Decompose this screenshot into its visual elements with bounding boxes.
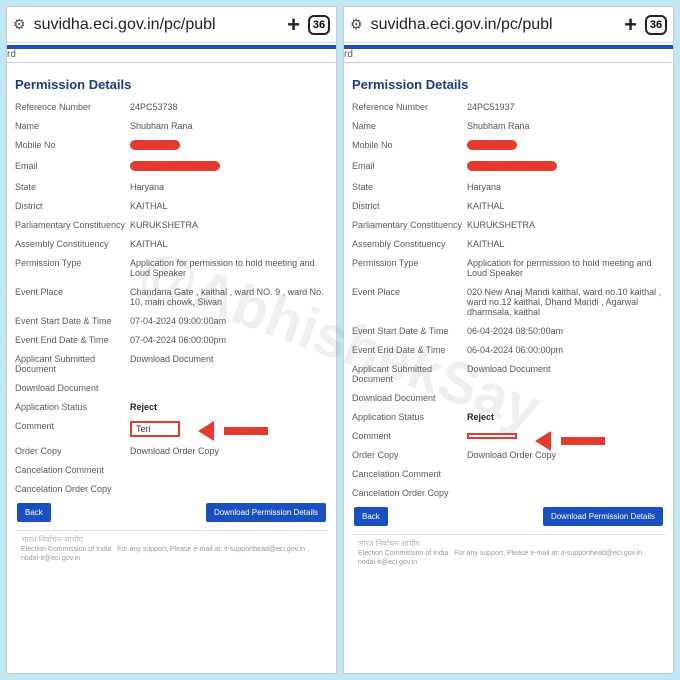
label-pc: Parliamentary Constituency	[352, 220, 467, 230]
footer-org-hi: भारत निर्वाचन आयोग	[21, 535, 322, 545]
redacted-email	[467, 161, 557, 171]
value-start: 06-04-2024 08:50:00am	[467, 326, 665, 336]
tab-count[interactable]: 36	[308, 15, 330, 35]
label-status: Application Status	[15, 402, 130, 412]
download-order-link[interactable]: Download Order Copy	[130, 446, 328, 456]
footer-org-en: Election Commission of India	[21, 546, 111, 553]
label-end: Event End Date & Time	[352, 345, 467, 355]
value-name: Shubham Rana	[467, 121, 665, 131]
new-tab-icon[interactable]: +	[624, 12, 637, 38]
label-cancelo: Cancelation Order Copy	[352, 488, 467, 498]
value-state: Haryana	[130, 182, 328, 192]
label-order: Order Copy	[352, 450, 467, 460]
label-state: State	[15, 182, 130, 192]
value-status: Reject	[130, 402, 328, 412]
annotation-arrow-icon	[208, 421, 268, 441]
value-pc: KURUKSHETRA	[467, 220, 665, 230]
value-district: KAITHAL	[130, 201, 328, 211]
label-name: Name	[15, 121, 130, 131]
value-end: 06-04-2024 06:00:00pm	[467, 345, 665, 355]
new-tab-icon[interactable]: +	[287, 12, 300, 38]
address-bar: ⚙ suvidha.eci.gov.in/pc/publ + 36	[7, 7, 336, 43]
back-button[interactable]: Back	[17, 503, 51, 522]
label-appdoc: Applicant Submitted Document	[15, 354, 130, 374]
label-comment: Comment	[352, 431, 467, 441]
back-button[interactable]: Back	[354, 507, 388, 526]
label-dldoc: Download Document	[15, 383, 130, 393]
footer: भारत निर्वाचन आयोग Election Commission o…	[352, 534, 665, 568]
value-ac: KAITHAL	[130, 239, 328, 249]
section-title: Permission Details	[15, 77, 328, 92]
label-ref: Reference Number	[15, 102, 130, 112]
tab-count[interactable]: 36	[645, 15, 667, 35]
label-order: Order Copy	[15, 446, 130, 456]
label-ref: Reference Number	[352, 102, 467, 112]
breadcrumb-fragment: rd	[7, 49, 336, 63]
address-bar: ⚙ suvidha.eci.gov.in/pc/publ + 36	[344, 7, 673, 43]
breadcrumb-fragment: rd	[344, 49, 673, 63]
site-settings-icon[interactable]: ⚙	[13, 16, 26, 33]
value-place: 020 New Anaj Mandi kaithal, ward no.10 k…	[467, 287, 665, 317]
redacted-mobile	[467, 140, 517, 150]
value-pc: KURUKSHETRA	[130, 220, 328, 230]
download-order-link[interactable]: Download Order Copy	[467, 450, 665, 460]
download-details-button[interactable]: Download Permission Details	[543, 507, 663, 526]
label-ac: Assembly Constituency	[15, 239, 130, 249]
label-mobile: Mobile No	[15, 140, 130, 150]
value-end: 07-04-2024 06:00:00pm	[130, 335, 328, 345]
footer: भारत निर्वाचन आयोग Election Commission o…	[15, 530, 328, 564]
label-district: District	[352, 201, 467, 211]
annotation-arrow-icon	[545, 431, 605, 451]
label-district: District	[15, 201, 130, 211]
label-comment: Comment	[15, 421, 130, 431]
label-email: Email	[15, 161, 130, 171]
label-email: Email	[352, 161, 467, 171]
value-ptype: Application for permission to hold meeti…	[130, 258, 328, 278]
label-start: Event Start Date & Time	[15, 316, 130, 326]
redacted-mobile	[130, 140, 180, 150]
label-state: State	[352, 182, 467, 192]
label-name: Name	[352, 121, 467, 131]
label-place: Event Place	[352, 287, 467, 297]
label-cancelc: Cancelation Comment	[352, 469, 467, 479]
right-screenshot: ⚙ suvidha.eci.gov.in/pc/publ + 36 rd Per…	[343, 6, 674, 674]
download-document-link[interactable]: Download Document	[467, 364, 665, 374]
left-screenshot: ⚙ suvidha.eci.gov.in/pc/publ + 36 rd Per…	[6, 6, 337, 674]
label-place: Event Place	[15, 287, 130, 297]
value-district: KAITHAL	[467, 201, 665, 211]
value-place: Chandana Gate , kaithal , ward NO. 9 , w…	[130, 287, 328, 307]
redacted-email	[130, 161, 220, 171]
value-ref: 24PC51937	[467, 102, 665, 112]
footer-org-en: Election Commission of India	[358, 550, 448, 557]
label-status: Application Status	[352, 412, 467, 422]
label-cancelc: Cancelation Comment	[15, 465, 130, 475]
label-ptype: Permission Type	[15, 258, 130, 268]
label-mobile: Mobile No	[352, 140, 467, 150]
download-details-button[interactable]: Download Permission Details	[206, 503, 326, 522]
download-document-link[interactable]: Download Document	[130, 354, 328, 364]
value-status: Reject	[467, 412, 665, 422]
value-ptype: Application for permission to hold meeti…	[467, 258, 665, 278]
label-pc: Parliamentary Constituency	[15, 220, 130, 230]
value-comment	[467, 433, 517, 439]
value-ref: 24PC53738	[130, 102, 328, 112]
url-text[interactable]: suvidha.eci.gov.in/pc/publ	[371, 16, 617, 34]
value-comment: Teri	[130, 421, 180, 437]
value-state: Haryana	[467, 182, 665, 192]
label-end: Event End Date & Time	[15, 335, 130, 345]
url-text[interactable]: suvidha.eci.gov.in/pc/publ	[34, 16, 280, 34]
label-appdoc: Applicant Submitted Document	[352, 364, 467, 384]
label-ptype: Permission Type	[352, 258, 467, 268]
value-ac: KAITHAL	[467, 239, 665, 249]
value-name: Shubham Rana	[130, 121, 328, 131]
label-ac: Assembly Constituency	[352, 239, 467, 249]
label-start: Event Start Date & Time	[352, 326, 467, 336]
section-title: Permission Details	[352, 77, 665, 92]
footer-org-hi: भारत निर्वाचन आयोग	[358, 539, 659, 549]
label-dldoc: Download Document	[352, 393, 467, 403]
label-cancelo: Cancelation Order Copy	[15, 484, 130, 494]
site-settings-icon[interactable]: ⚙	[350, 16, 363, 33]
value-start: 07-04-2024 09:00:00am	[130, 316, 328, 326]
